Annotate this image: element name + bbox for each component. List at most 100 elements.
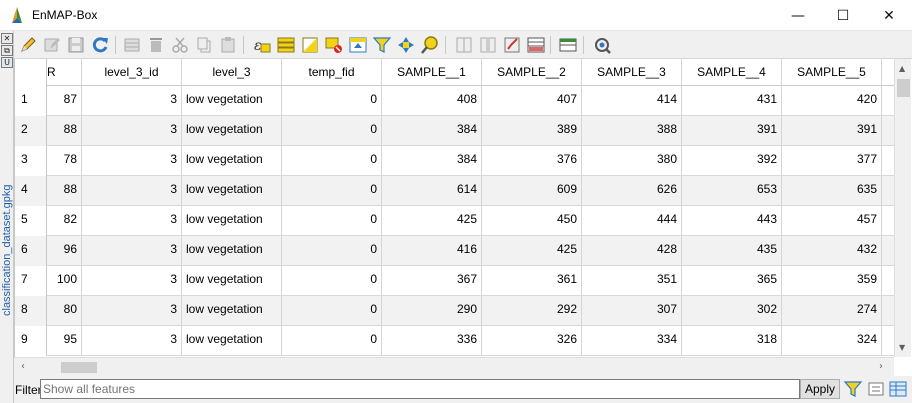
- maximize-button[interactable]: ☐: [820, 0, 866, 31]
- table-cell[interactable]: 425: [482, 236, 582, 266]
- scroll-up-icon[interactable]: ▲: [899, 64, 905, 73]
- table-cell[interactable]: 457: [782, 206, 882, 236]
- table-cell[interactable]: 334: [582, 326, 682, 356]
- table-cell[interactable]: 0: [282, 206, 382, 236]
- table-cell[interactable]: 3: [82, 206, 182, 236]
- table-cell[interactable]: low vegetation: [182, 236, 282, 266]
- table-cell[interactable]: 614: [382, 176, 482, 206]
- table-cell[interactable]: 407: [482, 86, 582, 116]
- table-row[interactable]: 1 87 3 low vegetation 0 408 407 414 431 420: [15, 86, 894, 116]
- cut-icon[interactable]: [170, 35, 190, 55]
- table-cell[interactable]: 88: [47, 116, 82, 146]
- filter-icon[interactable]: [843, 379, 863, 399]
- row-number[interactable]: 9: [15, 326, 47, 356]
- column-header[interactable]: SAMPLE__2: [482, 59, 582, 86]
- table-cell[interactable]: 431: [682, 86, 782, 116]
- table-cell[interactable]: 302: [682, 296, 782, 326]
- filter-icon[interactable]: [372, 35, 392, 55]
- row-number[interactable]: 5: [15, 206, 47, 236]
- dock-unpin-button[interactable]: U: [1, 57, 13, 68]
- column-header[interactable]: SAMPLE__1: [382, 59, 482, 86]
- table-cell[interactable]: 392: [682, 146, 782, 176]
- row-number[interactable]: 1: [15, 86, 47, 116]
- table-cell[interactable]: 414: [582, 86, 682, 116]
- actions-icon[interactable]: [592, 35, 612, 55]
- table-cell[interactable]: low vegetation: [182, 206, 282, 236]
- table-cell[interactable]: 425: [382, 206, 482, 236]
- table-cell[interactable]: 0: [282, 326, 382, 356]
- deselect-icon[interactable]: [324, 35, 344, 55]
- table-cell[interactable]: 351: [582, 266, 682, 296]
- table-row[interactable]: 3 78 3 low vegetation 0 384 376 380 392 377: [15, 146, 894, 176]
- table-cell[interactable]: 3: [82, 86, 182, 116]
- row-number[interactable]: 6: [15, 236, 47, 266]
- table-cell[interactable]: 0: [282, 236, 382, 266]
- row-number[interactable]: 4: [15, 176, 47, 206]
- column-header[interactable]: level_3_id: [82, 59, 182, 86]
- vertical-scrollbar[interactable]: ▲ ▼: [894, 59, 911, 357]
- table-cell[interactable]: 0: [282, 116, 382, 146]
- table-row[interactable]: 2 88 3 low vegetation 0 384 389 388 391 391: [15, 116, 894, 146]
- delete-feature-icon[interactable]: [146, 35, 166, 55]
- table-cell[interactable]: 635: [782, 176, 882, 206]
- close-button[interactable]: ✕: [866, 0, 912, 31]
- horizontal-scroll-thumb[interactable]: [61, 362, 97, 373]
- table-cell[interactable]: 444: [582, 206, 682, 236]
- table-cell[interactable]: 416: [382, 236, 482, 266]
- table-cell[interactable]: 336: [382, 326, 482, 356]
- field-calculator-icon[interactable]: [502, 35, 522, 55]
- table-cell[interactable]: 96: [47, 236, 82, 266]
- delete-field-icon[interactable]: [478, 35, 498, 55]
- save-icon[interactable]: [66, 35, 86, 55]
- column-header[interactable]: R: [47, 59, 82, 86]
- table-cell[interactable]: low vegetation: [182, 146, 282, 176]
- table-cell[interactable]: 87: [47, 86, 82, 116]
- column-header[interactable]: SAMPLE__5: [782, 59, 882, 86]
- new-field-icon[interactable]: [454, 35, 474, 55]
- table-cell[interactable]: 88: [47, 176, 82, 206]
- table-cell[interactable]: 318: [682, 326, 782, 356]
- table-cell[interactable]: 324: [782, 326, 882, 356]
- table-row[interactable]: 9 95 3 low vegetation 0 336 326 334 318 324: [15, 326, 894, 356]
- table-cell[interactable]: 428: [582, 236, 682, 266]
- select-by-expression-icon[interactable]: ε: [252, 35, 272, 55]
- table-corner[interactable]: [15, 59, 47, 86]
- table-row[interactable]: 4 88 3 low vegetation 0 614 609 626 653 635: [15, 176, 894, 206]
- table-cell[interactable]: 391: [782, 116, 882, 146]
- edit-pencil-icon[interactable]: [18, 35, 38, 55]
- table-cell[interactable]: 0: [282, 176, 382, 206]
- table-cell[interactable]: 420: [782, 86, 882, 116]
- move-selection-to-top-icon[interactable]: [348, 35, 368, 55]
- table-cell[interactable]: 432: [782, 236, 882, 266]
- row-number[interactable]: 3: [15, 146, 47, 176]
- horizontal-scrollbar[interactable]: ‹ ›: [14, 357, 894, 376]
- table-cell[interactable]: 3: [82, 116, 182, 146]
- table-cell[interactable]: 307: [582, 296, 682, 326]
- table-cell[interactable]: 389: [482, 116, 582, 146]
- table-cell[interactable]: 274: [782, 296, 882, 326]
- invert-selection-icon[interactable]: [300, 35, 320, 55]
- table-cell[interactable]: 408: [382, 86, 482, 116]
- table-cell[interactable]: low vegetation: [182, 176, 282, 206]
- filter-expression-input[interactable]: [40, 379, 800, 399]
- table-cell[interactable]: 391: [682, 116, 782, 146]
- reload-icon[interactable]: [90, 35, 110, 55]
- table-row[interactable]: 5 82 3 low vegetation 0 425 450 444 443 457: [15, 206, 894, 236]
- table-cell[interactable]: 3: [82, 296, 182, 326]
- table-cell[interactable]: 3: [82, 176, 182, 206]
- table-cell[interactable]: 365: [682, 266, 782, 296]
- table-cell[interactable]: 443: [682, 206, 782, 236]
- table-cell[interactable]: 78: [47, 146, 82, 176]
- table-cell[interactable]: 435: [682, 236, 782, 266]
- table-cell[interactable]: 82: [47, 206, 82, 236]
- scroll-left-icon[interactable]: ‹: [21, 361, 25, 372]
- table-cell[interactable]: 3: [82, 326, 182, 356]
- row-number[interactable]: 7: [15, 266, 47, 296]
- table-cell[interactable]: 384: [382, 146, 482, 176]
- minimize-button[interactable]: —: [775, 0, 821, 31]
- scroll-down-icon[interactable]: ▼: [899, 343, 905, 352]
- table-cell[interactable]: 290: [382, 296, 482, 326]
- table-view-icon[interactable]: [888, 379, 908, 399]
- vertical-scroll-thumb[interactable]: [897, 79, 910, 97]
- table-cell[interactable]: 292: [482, 296, 582, 326]
